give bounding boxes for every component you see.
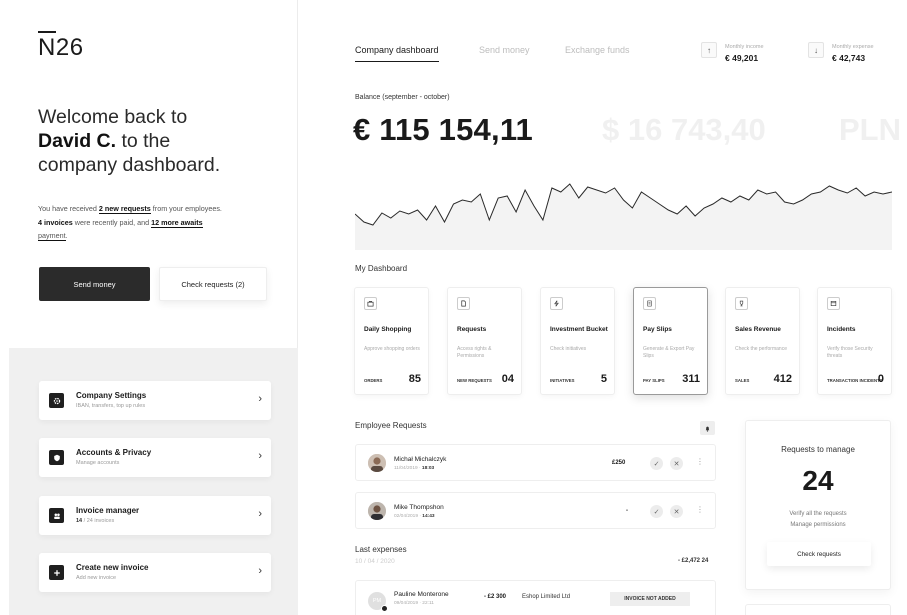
user-name: David C. (38, 130, 117, 152)
more-icon[interactable]: ⋮ (696, 505, 704, 514)
awaiting-invoices-link[interactable]: 12 more awaits (151, 217, 203, 228)
bag-icon (364, 297, 377, 310)
shield-icon (49, 450, 64, 465)
payment-link[interactable]: payment (38, 231, 66, 241)
balance-usd[interactable]: $ 16 743,40 (602, 112, 766, 148)
approve-icon[interactable]: ✓ (650, 457, 663, 470)
main-content: Company dashboard Send money Exchange fu… (299, 0, 907, 615)
avatar (368, 502, 386, 520)
balance-label: Balance (september - october) (355, 94, 450, 101)
monthly-income-value: € 49,201 (725, 53, 759, 63)
verify-requests-link[interactable]: Verify all the requests (746, 511, 890, 517)
bolt-icon (550, 297, 563, 310)
paid-invoices-link[interactable]: 4 invoices (38, 218, 73, 227)
chevron-right-icon: › (258, 508, 262, 520)
reject-icon[interactable]: ✕ (670, 505, 683, 518)
balance-chart (355, 183, 892, 250)
alert-icon (827, 297, 840, 310)
monthly-expense-value: € 42,743 (832, 53, 866, 63)
check-requests-button[interactable]: Check requests (2) (159, 267, 267, 301)
requests-to-manage-card: Requests to manage 24 Verify all the req… (745, 420, 891, 590)
settings-list: Company Settings IBAN, transfers, top up… (9, 348, 298, 615)
status-badge[interactable]: INVOICE NOT ADDED (610, 592, 690, 606)
trophy-icon (735, 297, 748, 310)
tab-send-money[interactable]: Send money (479, 45, 530, 55)
expenses-total: - £2,472 24 (678, 558, 709, 564)
invoice-manager-item[interactable]: Invoice manager 14 / 24 invoices › (39, 496, 271, 535)
status-dot-icon (381, 605, 388, 612)
chevron-right-icon: › (258, 565, 262, 577)
arrow-up-icon: ↑ (701, 42, 717, 58)
chevron-right-icon: › (258, 393, 262, 405)
check-requests-card-button[interactable]: Check requests (767, 542, 871, 566)
card-daily-shopping[interactable]: Daily Shopping Approve shopping orders O… (354, 287, 429, 395)
reject-icon[interactable]: ✕ (670, 457, 683, 470)
secondary-card (745, 604, 891, 615)
balance-eur: € 115 154,11 (353, 112, 533, 147)
expenses-date: 10 / 04 / 2020 (355, 558, 395, 565)
company-settings-item[interactable]: Company Settings IBAN, transfers, top up… (39, 381, 271, 420)
more-icon[interactable]: ⋮ (696, 457, 704, 466)
card-sales-revenue[interactable]: Sales Revenue Check the performance SALE… (725, 287, 800, 395)
accounts-privacy-item[interactable]: Accounts & Privacy Manage accounts › (39, 438, 271, 477)
plus-icon (49, 565, 64, 580)
card-investment-bucket[interactable]: Investment Bucket Check initiatives INIT… (540, 287, 615, 395)
new-requests-link[interactable]: 2 new requests (98, 204, 151, 214)
manage-permissions-link[interactable]: Manage permissions (746, 522, 890, 528)
send-money-button[interactable]: Send money (39, 267, 150, 301)
last-expenses-title: Last expenses (355, 545, 407, 554)
n26-logo[interactable]: N26 (38, 31, 84, 62)
arrow-down-icon: ↓ (808, 42, 824, 58)
left-panel: N26 Welcome back to David C. to the comp… (0, 0, 298, 615)
card-requests[interactable]: Requests Access rights & Permissions NEW… (447, 287, 522, 395)
expense-row[interactable]: PM Pauline Monterone 09/04/2019 · 22:11 … (355, 580, 716, 615)
card-incidents[interactable]: Incidents Verify those Security threats … (817, 287, 892, 395)
document-icon (457, 297, 470, 310)
balance-pln[interactable]: PLN (839, 112, 901, 148)
employee-requests-title: Employee Requests (355, 421, 427, 430)
chevron-right-icon: › (258, 450, 262, 462)
employee-request-row[interactable]: Mike Thompshon 02/04/2019 · 14:43 - ✓ ✕ … (355, 492, 716, 529)
requests-count: 24 (802, 465, 834, 496)
dashboard-title: My Dashboard (355, 264, 408, 273)
avatar (368, 454, 386, 472)
welcome-heading: Welcome back to David C. to the company … (38, 106, 221, 176)
activity-summary: You have received 2 new requests from yo… (38, 204, 222, 241)
monthly-expense-label: Monthly expense (832, 44, 874, 50)
tab-company-dashboard[interactable]: Company dashboard (355, 45, 439, 62)
receipt-icon (643, 297, 656, 310)
approve-icon[interactable]: ✓ (650, 505, 663, 518)
card-pay-slips[interactable]: Pay Slips Generate & Export Pay Slips PA… (633, 287, 708, 395)
gear-icon (49, 393, 64, 408)
create-invoice-item[interactable]: Create new invoice Add new invoice › (39, 553, 271, 592)
users-icon (49, 508, 64, 523)
monthly-income-label: Monthly income (725, 44, 764, 50)
employee-request-row[interactable]: Michał Michalczyk 11/04/2019 · 18:03 £25… (355, 444, 716, 481)
bell-icon[interactable] (700, 421, 715, 435)
tab-exchange-funds[interactable]: Exchange funds (565, 45, 630, 55)
